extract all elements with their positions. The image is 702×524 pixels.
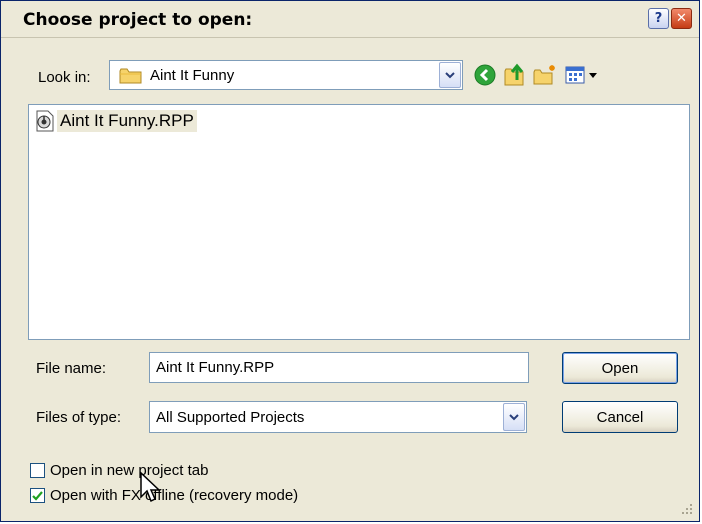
- mouse-pointer-icon: [140, 471, 161, 503]
- close-icon: ✕: [676, 11, 687, 26]
- file-name-input[interactable]: [149, 352, 529, 383]
- file-list-item[interactable]: Aint It Funny.RPP: [35, 109, 197, 133]
- chevron-down-icon: [445, 71, 455, 78]
- files-of-type-value: All Supported Projects: [156, 409, 305, 426]
- files-of-type-dropdown-button[interactable]: [503, 403, 525, 431]
- folder-icon: [119, 68, 142, 84]
- look-in-dropdown[interactable]: Aint It Funny: [109, 60, 463, 90]
- look-in-label: Look in:: [38, 69, 91, 86]
- cancel-button[interactable]: Cancel: [562, 401, 678, 433]
- view-menu-icon: [565, 66, 597, 84]
- files-of-type-label: Files of type:: [36, 409, 122, 426]
- look-in-value: Aint It Funny: [150, 67, 235, 84]
- help-icon: ?: [654, 11, 663, 26]
- up-one-level-icon: [504, 63, 524, 86]
- chevron-down-icon: [509, 413, 519, 420]
- up-one-level-button[interactable]: [502, 62, 528, 88]
- checkmark-icon: [32, 490, 43, 501]
- open-new-tab-label: Open in new project tab: [50, 462, 209, 479]
- open-new-tab-option[interactable]: Open in new project tab: [30, 462, 208, 479]
- view-menu-button[interactable]: [562, 62, 604, 88]
- title-bar[interactable]: Choose project to open: ? ✕: [1, 1, 699, 38]
- resize-grip-icon[interactable]: [679, 501, 693, 515]
- help-button[interactable]: ?: [648, 8, 669, 29]
- dialog-title: Choose project to open:: [23, 10, 253, 30]
- close-button[interactable]: ✕: [671, 8, 692, 29]
- file-name-label: File name:: [36, 360, 107, 377]
- fx-offline-checkbox[interactable]: [30, 488, 45, 503]
- fx-offline-label: Open with FX offline (recovery mode): [50, 487, 299, 504]
- new-folder-button[interactable]: [532, 62, 558, 88]
- open-new-tab-checkbox[interactable]: [30, 463, 45, 478]
- reaper-project-file-icon: [36, 110, 54, 132]
- back-arrow-icon: [474, 64, 496, 86]
- open-button[interactable]: Open: [562, 352, 678, 384]
- look-in-dropdown-button[interactable]: [439, 62, 461, 88]
- file-name-text: Aint It Funny.RPP: [57, 110, 197, 132]
- files-of-type-dropdown[interactable]: All Supported Projects: [149, 401, 527, 433]
- open-project-dialog: Choose project to open: ? ✕ Look in: Ain…: [0, 0, 700, 522]
- file-list[interactable]: Aint It Funny.RPP: [28, 104, 690, 340]
- new-folder-icon: [533, 65, 555, 85]
- back-button[interactable]: [472, 62, 498, 88]
